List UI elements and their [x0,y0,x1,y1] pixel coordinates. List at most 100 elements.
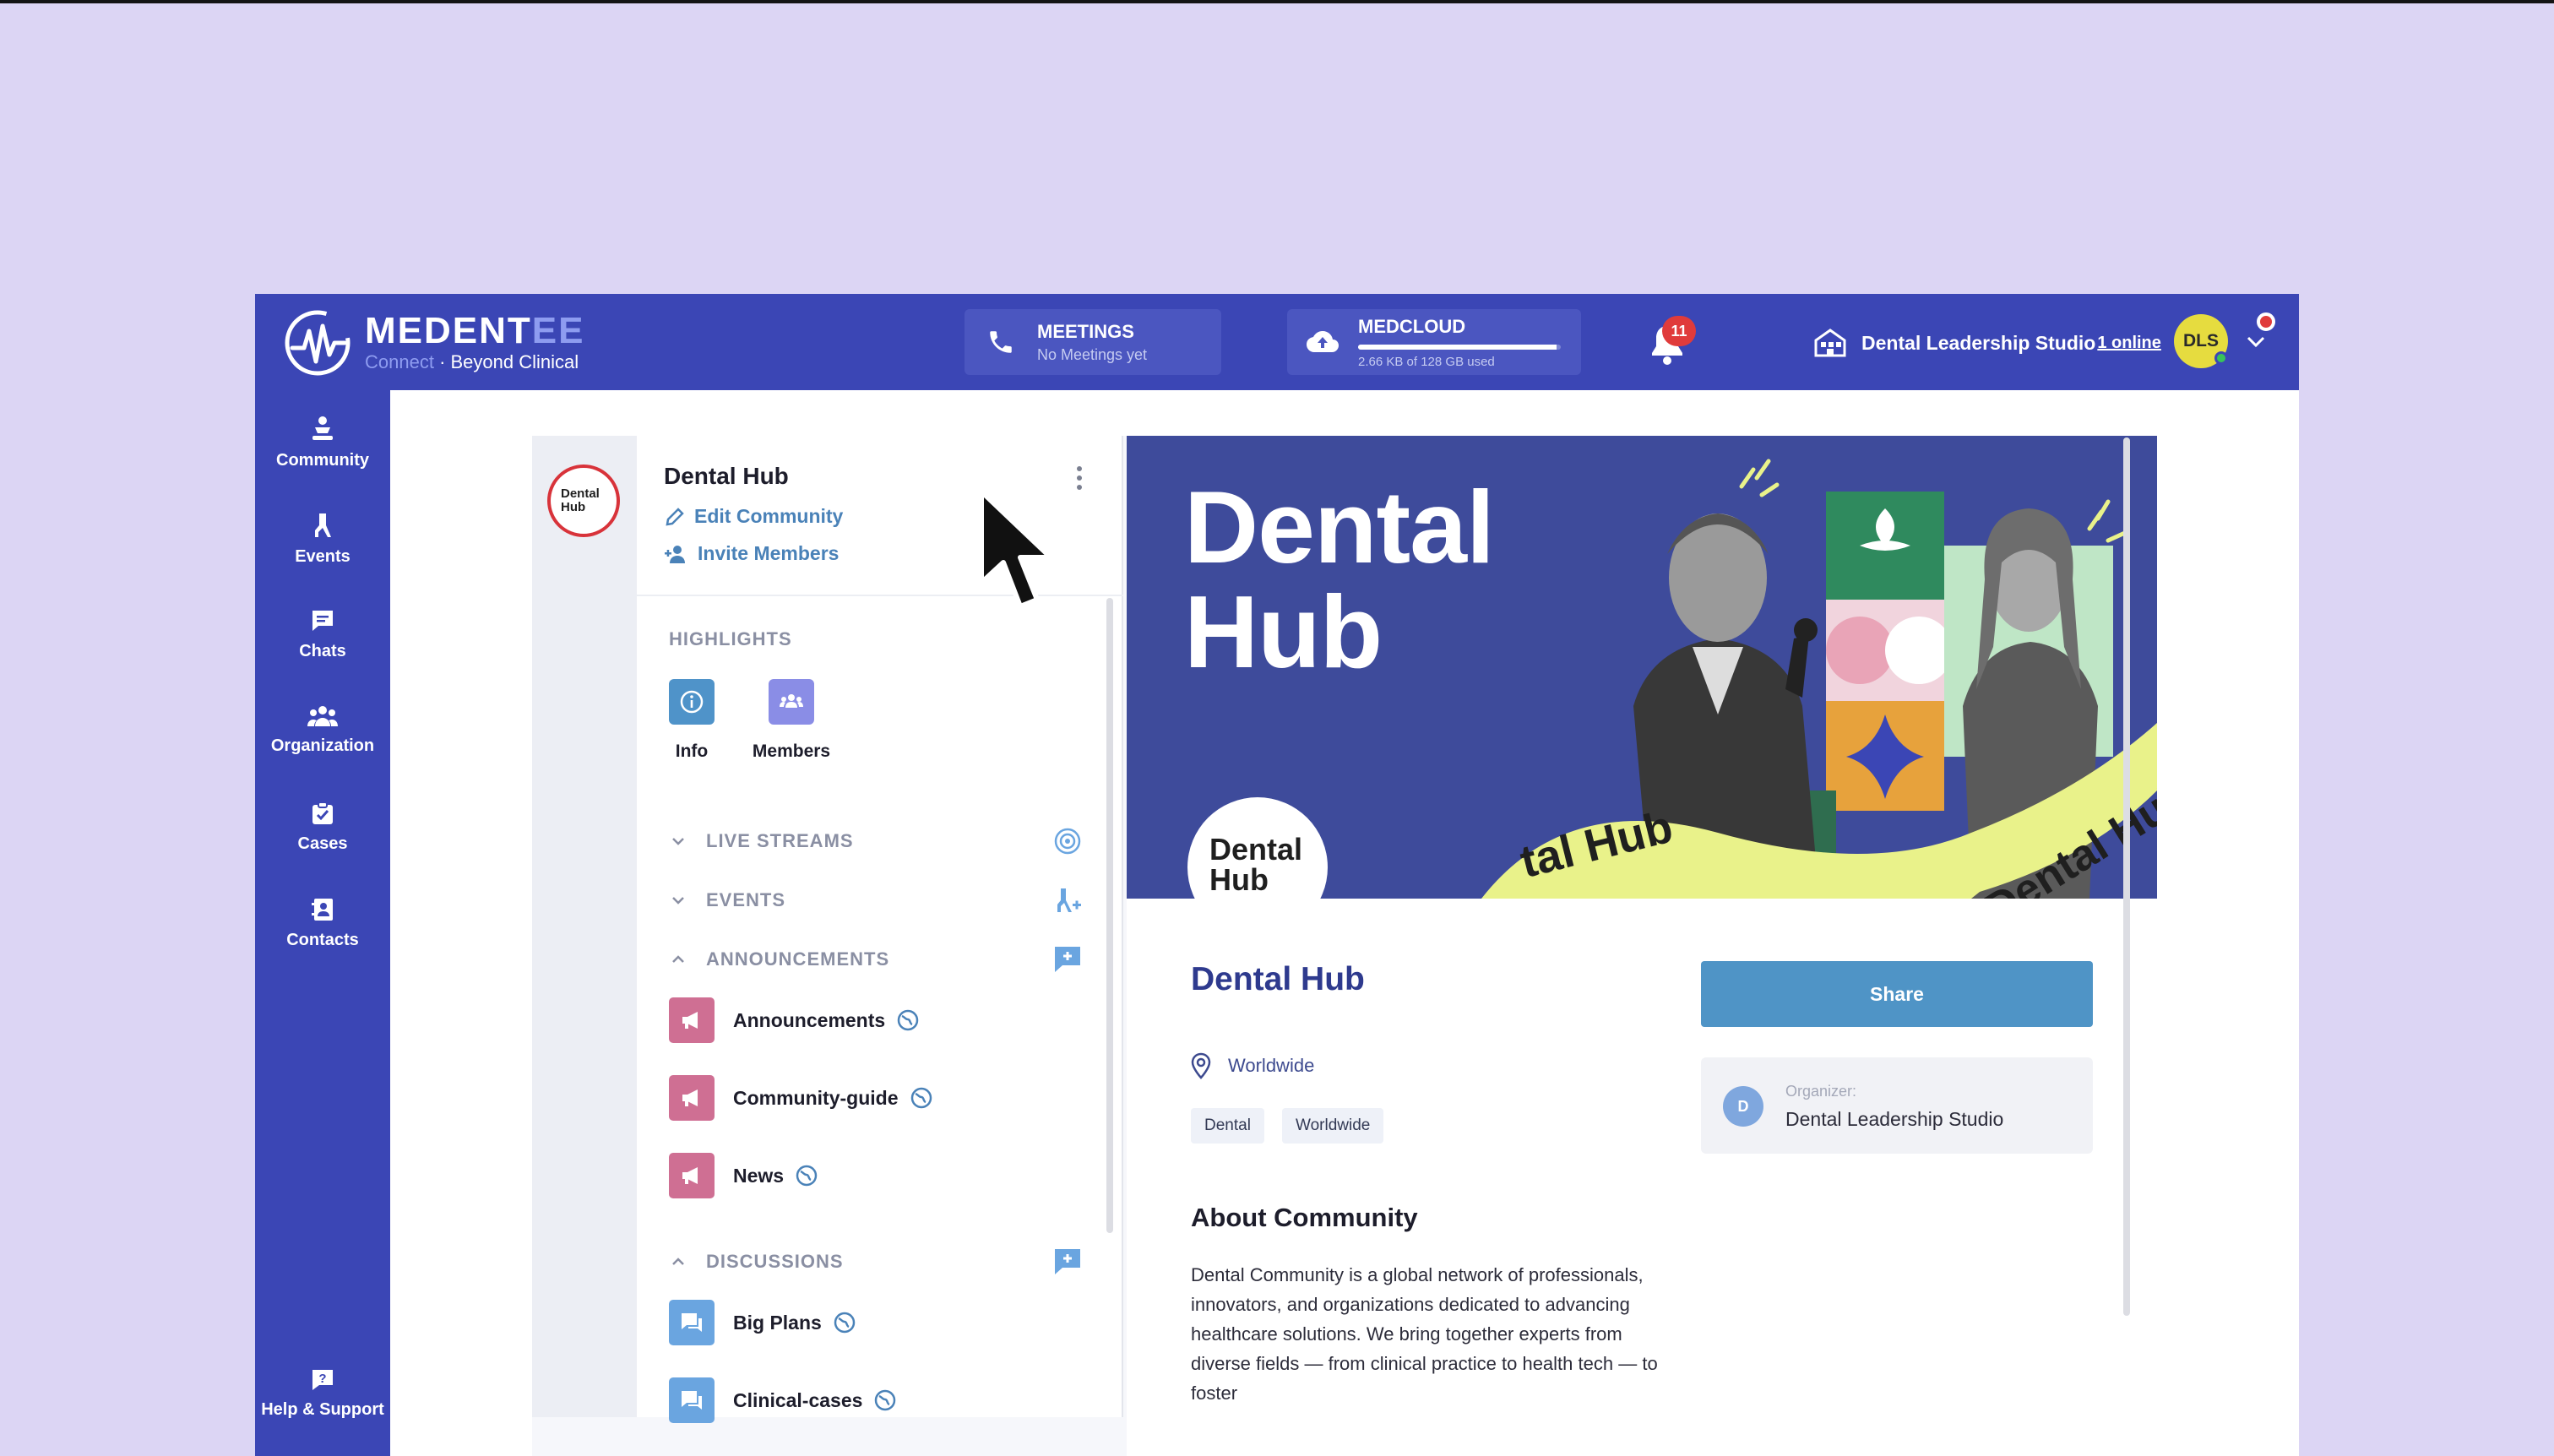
medcloud-widget[interactable]: MEDCLOUD 2.66 KB of 128 GB used [1287,309,1581,375]
globe-icon [796,1165,818,1187]
community-rail-logo[interactable]: Dental Hub [547,465,620,537]
globe-icon [834,1312,856,1334]
meetings-title: MEETINGS [1037,320,1134,342]
medentee-logo-icon [285,310,350,376]
group-live-streams[interactable]: LIVE STREAMS [669,824,1083,858]
sidebar-item-label: Chats [299,642,346,660]
top-header: MEDENTEE Connect · Beyond Clinical MEETI… [255,294,2299,390]
sidebar-item-label: Cases [297,834,348,853]
megaphone-icon [669,1075,715,1121]
sidebar-item-label: Events [295,547,350,566]
organizer-card[interactable]: D Organizer: Dental Leadership Studio [1701,1057,2093,1154]
contacts-icon [312,899,333,921]
sidebar-item-help[interactable]: ? Help & Support [255,1368,390,1420]
edit-community-link[interactable]: Edit Community [664,505,843,528]
tag-worldwide[interactable]: Worldwide [1282,1108,1384,1144]
add-user-icon [665,545,685,563]
org-name: Dental Leadership Studio [1861,331,2096,354]
banner-title: Dental Hub [1184,470,1495,689]
channel-news[interactable]: News [669,1152,818,1199]
highlight-members-tile[interactable] [769,679,814,725]
sidebar-item-chats[interactable]: Chats [255,608,390,661]
content-area: Dental Hub Dental Hub Edit Community Inv… [390,390,2299,1456]
community-location: Worldwide [1191,1052,1314,1079]
sidebar-item-events[interactable]: Events [255,512,390,567]
megaphone-icon [669,997,715,1043]
organizer-avatar: D [1723,1086,1763,1127]
app-window: MEDENTEE Connect · Beyond Clinical MEETI… [255,294,2299,1456]
channel-community-guide[interactable]: Community-guide [669,1074,932,1122]
medcloud-usage: 2.66 KB of 128 GB used [1358,354,1495,369]
sidebar-item-cases[interactable]: Cases [255,801,390,854]
discussion-icon [669,1377,715,1423]
brand-name: MEDENTEE [365,310,585,351]
chevron-up-icon [672,955,684,963]
globe-icon [875,1389,896,1411]
panel-scrollbar[interactable] [1106,598,1113,1233]
org-switcher[interactable]: Dental Leadership Studio 1 online [1814,328,2161,358]
building-icon [1814,329,1846,357]
about-title: About Community [1191,1203,1418,1232]
meetings-widget[interactable]: MEETINGS No Meetings yet [965,309,1221,375]
highlight-info-label: Info [675,742,709,761]
info-icon [680,690,704,714]
pencil-icon [666,507,684,526]
sidebar-item-organization[interactable]: Organization [255,704,390,756]
share-button[interactable]: Share [1701,961,2093,1027]
events-icon [315,513,331,537]
megaphone-icon [669,1153,715,1198]
chevron-down-icon[interactable] [2243,331,2269,351]
sidebar-item-contacts[interactable]: Contacts [255,897,390,950]
highlight-members-label: Members [752,742,831,761]
invite-members-link[interactable]: Invite Members [664,542,839,565]
channel-announcements[interactable]: Announcements [669,997,919,1044]
tag-dental[interactable]: Dental [1191,1108,1264,1144]
organizer-name: Dental Leadership Studio [1785,1108,2004,1130]
highlight-info-tile[interactable] [669,679,715,725]
add-event-icon[interactable] [1052,885,1083,915]
chevron-down-icon [672,897,684,905]
panel-community-title: Dental Hub [664,463,789,489]
alert-dot [2257,312,2275,331]
cloud-upload-icon [1307,331,1339,352]
brand-logo[interactable]: MEDENTEE Connect · Beyond Clinical [280,306,584,380]
sidebar-item-label: Community [276,451,369,470]
storage-progress-fill [1358,344,1557,350]
members-icon [780,694,803,708]
group-events[interactable]: EVENTS [669,883,1083,917]
notification-badge: 11 [1662,316,1696,346]
chevron-up-icon [672,1258,684,1265]
sidebar-item-community[interactable]: Community [255,416,390,470]
channel-clinical-cases[interactable]: Clinical-cases [669,1377,896,1424]
chevron-down-icon [672,838,684,845]
community-rail: Dental Hub [532,436,637,1417]
about-description: Dental Community is a global network of … [1191,1264,1658,1404]
cases-icon [312,801,333,824]
top-edge-line [0,0,2554,3]
globe-icon [897,1009,919,1031]
highlights-label: HIGHLIGHTS [669,628,792,649]
chat-icon [312,611,333,631]
storage-progress-bar [1358,344,1561,350]
community-icon [312,416,333,440]
meetings-status: No Meetings yet [1037,345,1148,363]
online-members-link[interactable]: 1 online [2097,334,2161,353]
svg-text:?: ? [318,1372,326,1386]
mouse-cursor-icon [979,489,1053,609]
add-announcement-icon[interactable] [1052,944,1083,975]
medcloud-title: MEDCLOUD [1358,315,1466,337]
group-announcements[interactable]: ANNOUNCEMENTS [669,943,1083,976]
live-stream-icon[interactable] [1052,826,1083,856]
detail-scrollbar[interactable] [2123,437,2130,1316]
community-title: Dental Hub [1191,961,1365,997]
online-status-dot [2214,351,2228,365]
sidebar-item-label: Help & Support [261,1400,384,1419]
more-options-icon[interactable] [1074,465,1084,492]
main-sidebar: Community Events Chats Organization Case… [255,390,390,1456]
add-discussion-icon[interactable] [1052,1247,1083,1277]
banner-badge-text: Dental Hub [1209,832,1303,897]
sidebar-item-label: Organization [270,736,375,755]
group-discussions[interactable]: DISCUSSIONS [669,1245,1083,1279]
location-pin-icon [1191,1052,1211,1079]
channel-big-plans[interactable]: Big Plans [669,1299,856,1346]
